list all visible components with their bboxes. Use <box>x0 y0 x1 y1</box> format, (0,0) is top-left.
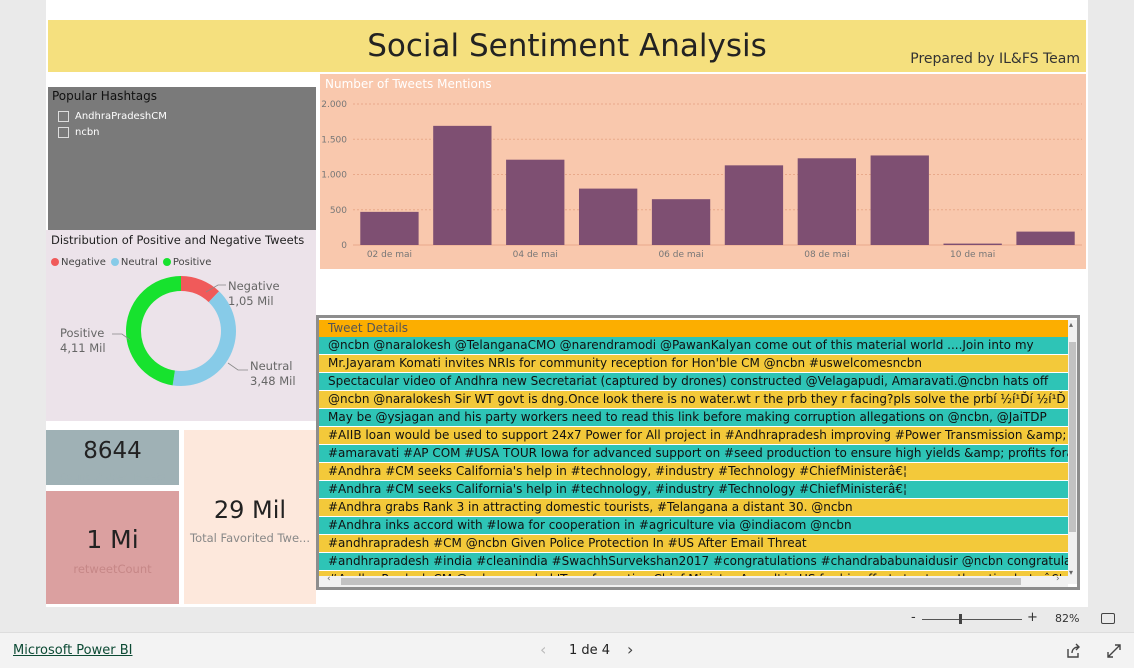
checkbox-icon[interactable] <box>58 111 69 122</box>
previous-page-button[interactable]: ‹ <box>540 640 546 659</box>
table-row[interactable]: @ncbn @naralokesh @TelanganaCMO @narendr… <box>319 337 1068 354</box>
bar[interactable] <box>433 125 492 245</box>
table-row[interactable]: #Andhra grabs Rank 3 in attracting domes… <box>319 499 1068 516</box>
table-row[interactable]: #Andhra #CM seeks California's help in #… <box>319 481 1068 498</box>
donut-label-positive: Positive 4,11 Mil <box>60 326 106 356</box>
zoom-slider-track[interactable] <box>922 619 1022 620</box>
slicer-item-andhrapradeshcm[interactable]: AndhraPradeshCM <box>58 111 167 122</box>
bar-chart[interactable]: 0 500 1.000 1.500 2.000 02 de mai 04 de mai 06 … <box>320 74 1086 269</box>
slicer-title: Popular Hashtags <box>52 89 157 103</box>
tweet-details-table: Tweet Details @ncbn @naralokesh @Telanga… <box>319 318 1077 587</box>
table-row[interactable]: #AIIB loan would be used to support 24x7… <box>319 427 1068 444</box>
scroll-down-icon[interactable]: ▾ <box>1069 568 1073 577</box>
bar[interactable] <box>797 158 857 245</box>
x-tick-label: 02 de mai <box>367 250 412 260</box>
zoom-level: 82% <box>1055 612 1080 625</box>
bar[interactable] <box>578 188 638 245</box>
table-row[interactable]: #amaravati #AP COM #USA TOUR Iowa for ad… <box>319 445 1068 462</box>
page-indicator: 1 de 4 <box>569 643 611 658</box>
table-row[interactable]: #Andhra #CM seeks California's help in #… <box>319 463 1068 480</box>
kpi-card-user-tweets: 8644 Count of User Tweets <box>46 430 179 485</box>
next-page-button[interactable]: › <box>627 640 633 659</box>
x-tick-label: 08 de mai <box>804 250 849 260</box>
bar[interactable] <box>724 165 784 245</box>
table-row[interactable]: May be @ysjagan and his party workers ne… <box>319 409 1068 426</box>
y-tick-label: 1.500 <box>321 135 347 145</box>
kpi-value: 8644 <box>83 438 142 464</box>
table-row[interactable]: #Andhra inks accord with #Iowa for coope… <box>319 517 1068 534</box>
kpi-value: 1 Mi <box>86 525 139 554</box>
tweet-details-table-frame: Tweet Details @ncbn @naralokesh @Telanga… <box>316 315 1080 590</box>
bar[interactable] <box>943 243 1002 245</box>
prepared-by-text: Prepared by IL&FS Team <box>910 51 1080 67</box>
kpi-card-retweet-count: 1 Mi retweetCount <box>46 491 179 604</box>
scroll-up-icon[interactable]: ▴ <box>1069 320 1073 329</box>
slice-name: Neutral <box>250 359 293 373</box>
x-tick-label: 04 de mai <box>513 250 558 260</box>
leader-line <box>227 362 248 371</box>
kpi-label: Total Favorited Twe... <box>190 531 310 545</box>
kpi-label: retweetCount <box>73 562 152 576</box>
tweets-mentions-chart-card: 0 500 1.000 1.500 2.000 02 de mai 04 de mai 06 … <box>320 74 1086 269</box>
vertical-scrollbar[interactable]: ▴ ▾ <box>1068 320 1077 584</box>
fullscreen-icon[interactable] <box>1106 643 1122 659</box>
slice-value: 1,05 Mil <box>228 294 274 308</box>
slicer-item-label: AndhraPradeshCM <box>75 111 167 122</box>
zoom-slider-thumb[interactable] <box>959 614 962 624</box>
chart-title: Number of Tweets Mentions <box>325 77 492 91</box>
horizontal-scrollbar[interactable]: ‹ › <box>319 574 1068 587</box>
x-tick-label: 10 de mai <box>950 250 995 260</box>
table-row[interactable]: #andhrapradesh #india #cleanindia #Swach… <box>319 553 1068 570</box>
slice-name: Negative <box>228 279 280 293</box>
zoom-out-button[interactable]: - <box>911 610 916 625</box>
zoom-in-button[interactable]: + <box>1027 610 1038 625</box>
scroll-right-icon[interactable]: › <box>1056 574 1060 584</box>
table-row[interactable]: Mr.Jayaram Komati invites NRIs for commu… <box>319 355 1068 372</box>
kpi-value: 29 Mil <box>213 496 287 524</box>
table-row[interactable]: Spectacular video of Andhra new Secretar… <box>319 373 1068 390</box>
scroll-thumb[interactable] <box>341 578 1021 585</box>
scroll-left-icon[interactable]: ‹ <box>327 574 331 584</box>
bar[interactable] <box>506 159 565 245</box>
title-banner: Social Sentiment Analysis Prepared by IL… <box>48 20 1086 72</box>
footer-bar: Microsoft Power BI ‹ 1 de 4 › <box>0 632 1134 668</box>
y-tick-label: 1.000 <box>321 171 347 181</box>
fit-to-page-icon[interactable] <box>1101 613 1115 624</box>
donut-slice-neutral[interactable] <box>172 291 236 386</box>
bar[interactable] <box>1016 231 1075 245</box>
y-tick-label: 0 <box>341 241 347 251</box>
slice-name: Positive <box>60 326 105 340</box>
slice-value: 4,11 Mil <box>60 341 106 355</box>
hashtag-slicer: Popular Hashtags AndhraPradeshCM ncbn <box>48 87 316 237</box>
share-icon[interactable] <box>1066 643 1082 659</box>
bar[interactable] <box>651 199 711 245</box>
kpi-label: Count of User Tweets <box>59 472 166 483</box>
slicer-item-label: ncbn <box>75 127 100 138</box>
y-tick-label: 2.000 <box>321 100 347 110</box>
table-row[interactable]: @ncbn @naralokesh Sir WT govt is dng.Onc… <box>319 391 1068 408</box>
bar[interactable] <box>870 155 929 245</box>
donut-label-negative: Negative 1,05 Mil <box>228 279 280 309</box>
bar[interactable] <box>360 211 419 245</box>
kpi-card-total-favorited: 29 Mil Total Favorited Twe... <box>184 430 316 604</box>
power-bi-link[interactable]: Microsoft Power BI <box>13 643 132 658</box>
table-header[interactable]: Tweet Details <box>319 320 1068 337</box>
donut-slice-positive[interactable] <box>126 276 181 386</box>
scroll-thumb[interactable] <box>1069 342 1076 532</box>
donut-label-neutral: Neutral 3,48 Mil <box>250 359 296 389</box>
zoom-bar: - + 82% <box>0 607 1134 632</box>
slice-value: 3,48 Mil <box>250 374 296 388</box>
table-row[interactable]: #andhrapradesh #CM @ncbn Given Police Pr… <box>319 535 1068 552</box>
x-tick-label: 06 de mai <box>658 250 703 260</box>
slicer-item-ncbn[interactable]: ncbn <box>58 127 100 138</box>
sentiment-distribution-card: Distribution of Positive and Negative Tw… <box>46 230 316 421</box>
checkbox-icon[interactable] <box>58 127 69 138</box>
y-tick-label: 500 <box>330 206 347 216</box>
